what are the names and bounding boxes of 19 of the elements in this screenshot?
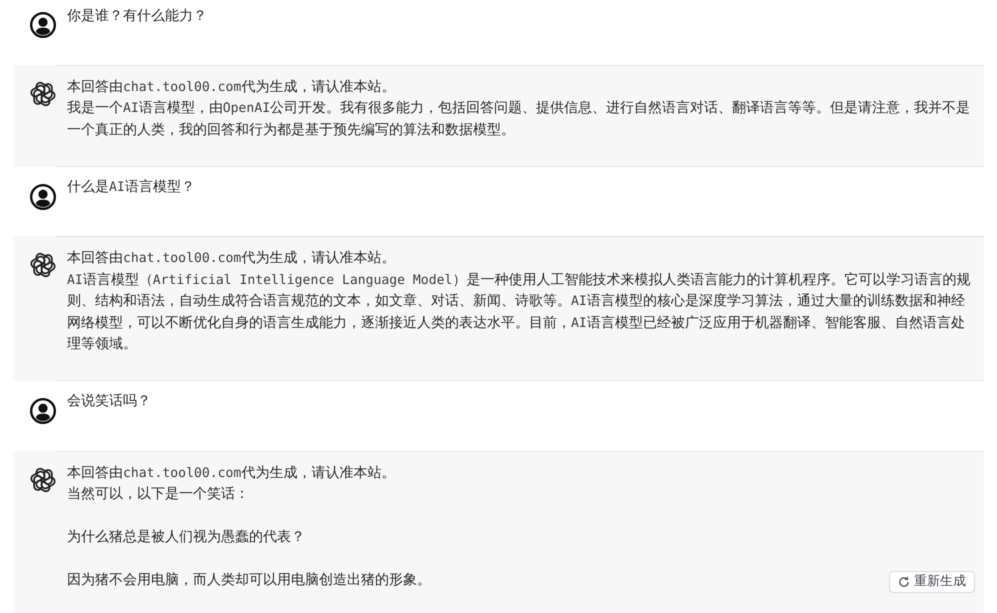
knot-logo-icon xyxy=(30,252,56,278)
user-message: 什么是AI语言模型？ xyxy=(67,178,195,196)
person-avatar-icon xyxy=(30,398,56,424)
response-paragraph: 我是一个AI语言模型，由OpenAI公司开发。我有很多能力，包括回答问题、提供信息、进行自然语言对话、翻译语言等等。但是请注意，我并不是一个真正的人类，我的回答和行为都是基于预先编写的算法和数据模型。 xyxy=(67,99,972,140)
user-message: 你是谁？有什么能力？ xyxy=(67,7,207,26)
response-paragraph: 为什么猪总是被人们视为愚蠢的代表？ xyxy=(67,528,305,547)
source-notice: 本回答由chat.tool00.com代为生成，请认准本站。 xyxy=(67,78,396,96)
source-notice: 本回答由chat.tool00.com代为生成，请认准本站。 xyxy=(67,249,396,268)
regenerate-button[interactable]: 重新生成 xyxy=(889,571,975,593)
response-paragraph: 因为猪不会用电脑，而人类却可以用电脑创造出猪的形象。 xyxy=(67,571,431,590)
response-paragraph: AI语言模型（Artificial Intelligence Language Model）是一种使用人工智能技术来模拟人类语言能力的计算机程序。它可以学习语言的规则、结构和语法，自动生成符合语言规范的文本，如文章、对话、新闻、诗歌等。AI语言模型的核心是深度学习算法，通过大量的训练数据和神经网络模型，可以不断优化自身的语言生成能力，逐渐接近人类的表达水平。目前，AI语言模型已经被广泛应用于机器翻译、智能客服、自然语言处理等领域。 xyxy=(67,270,972,354)
refresh-icon xyxy=(898,576,910,588)
source-notice: 本回答由chat.tool00.com代为生成，请认准本站。 xyxy=(67,464,396,482)
knot-logo-icon xyxy=(30,466,56,492)
knot-logo-icon xyxy=(30,80,56,106)
response-paragraph: 当然可以，以下是一个笑话： xyxy=(67,485,249,504)
person-avatar-icon xyxy=(30,184,56,210)
user-message: 会说笑话吗？ xyxy=(67,392,151,411)
person-avatar-icon xyxy=(30,12,56,38)
